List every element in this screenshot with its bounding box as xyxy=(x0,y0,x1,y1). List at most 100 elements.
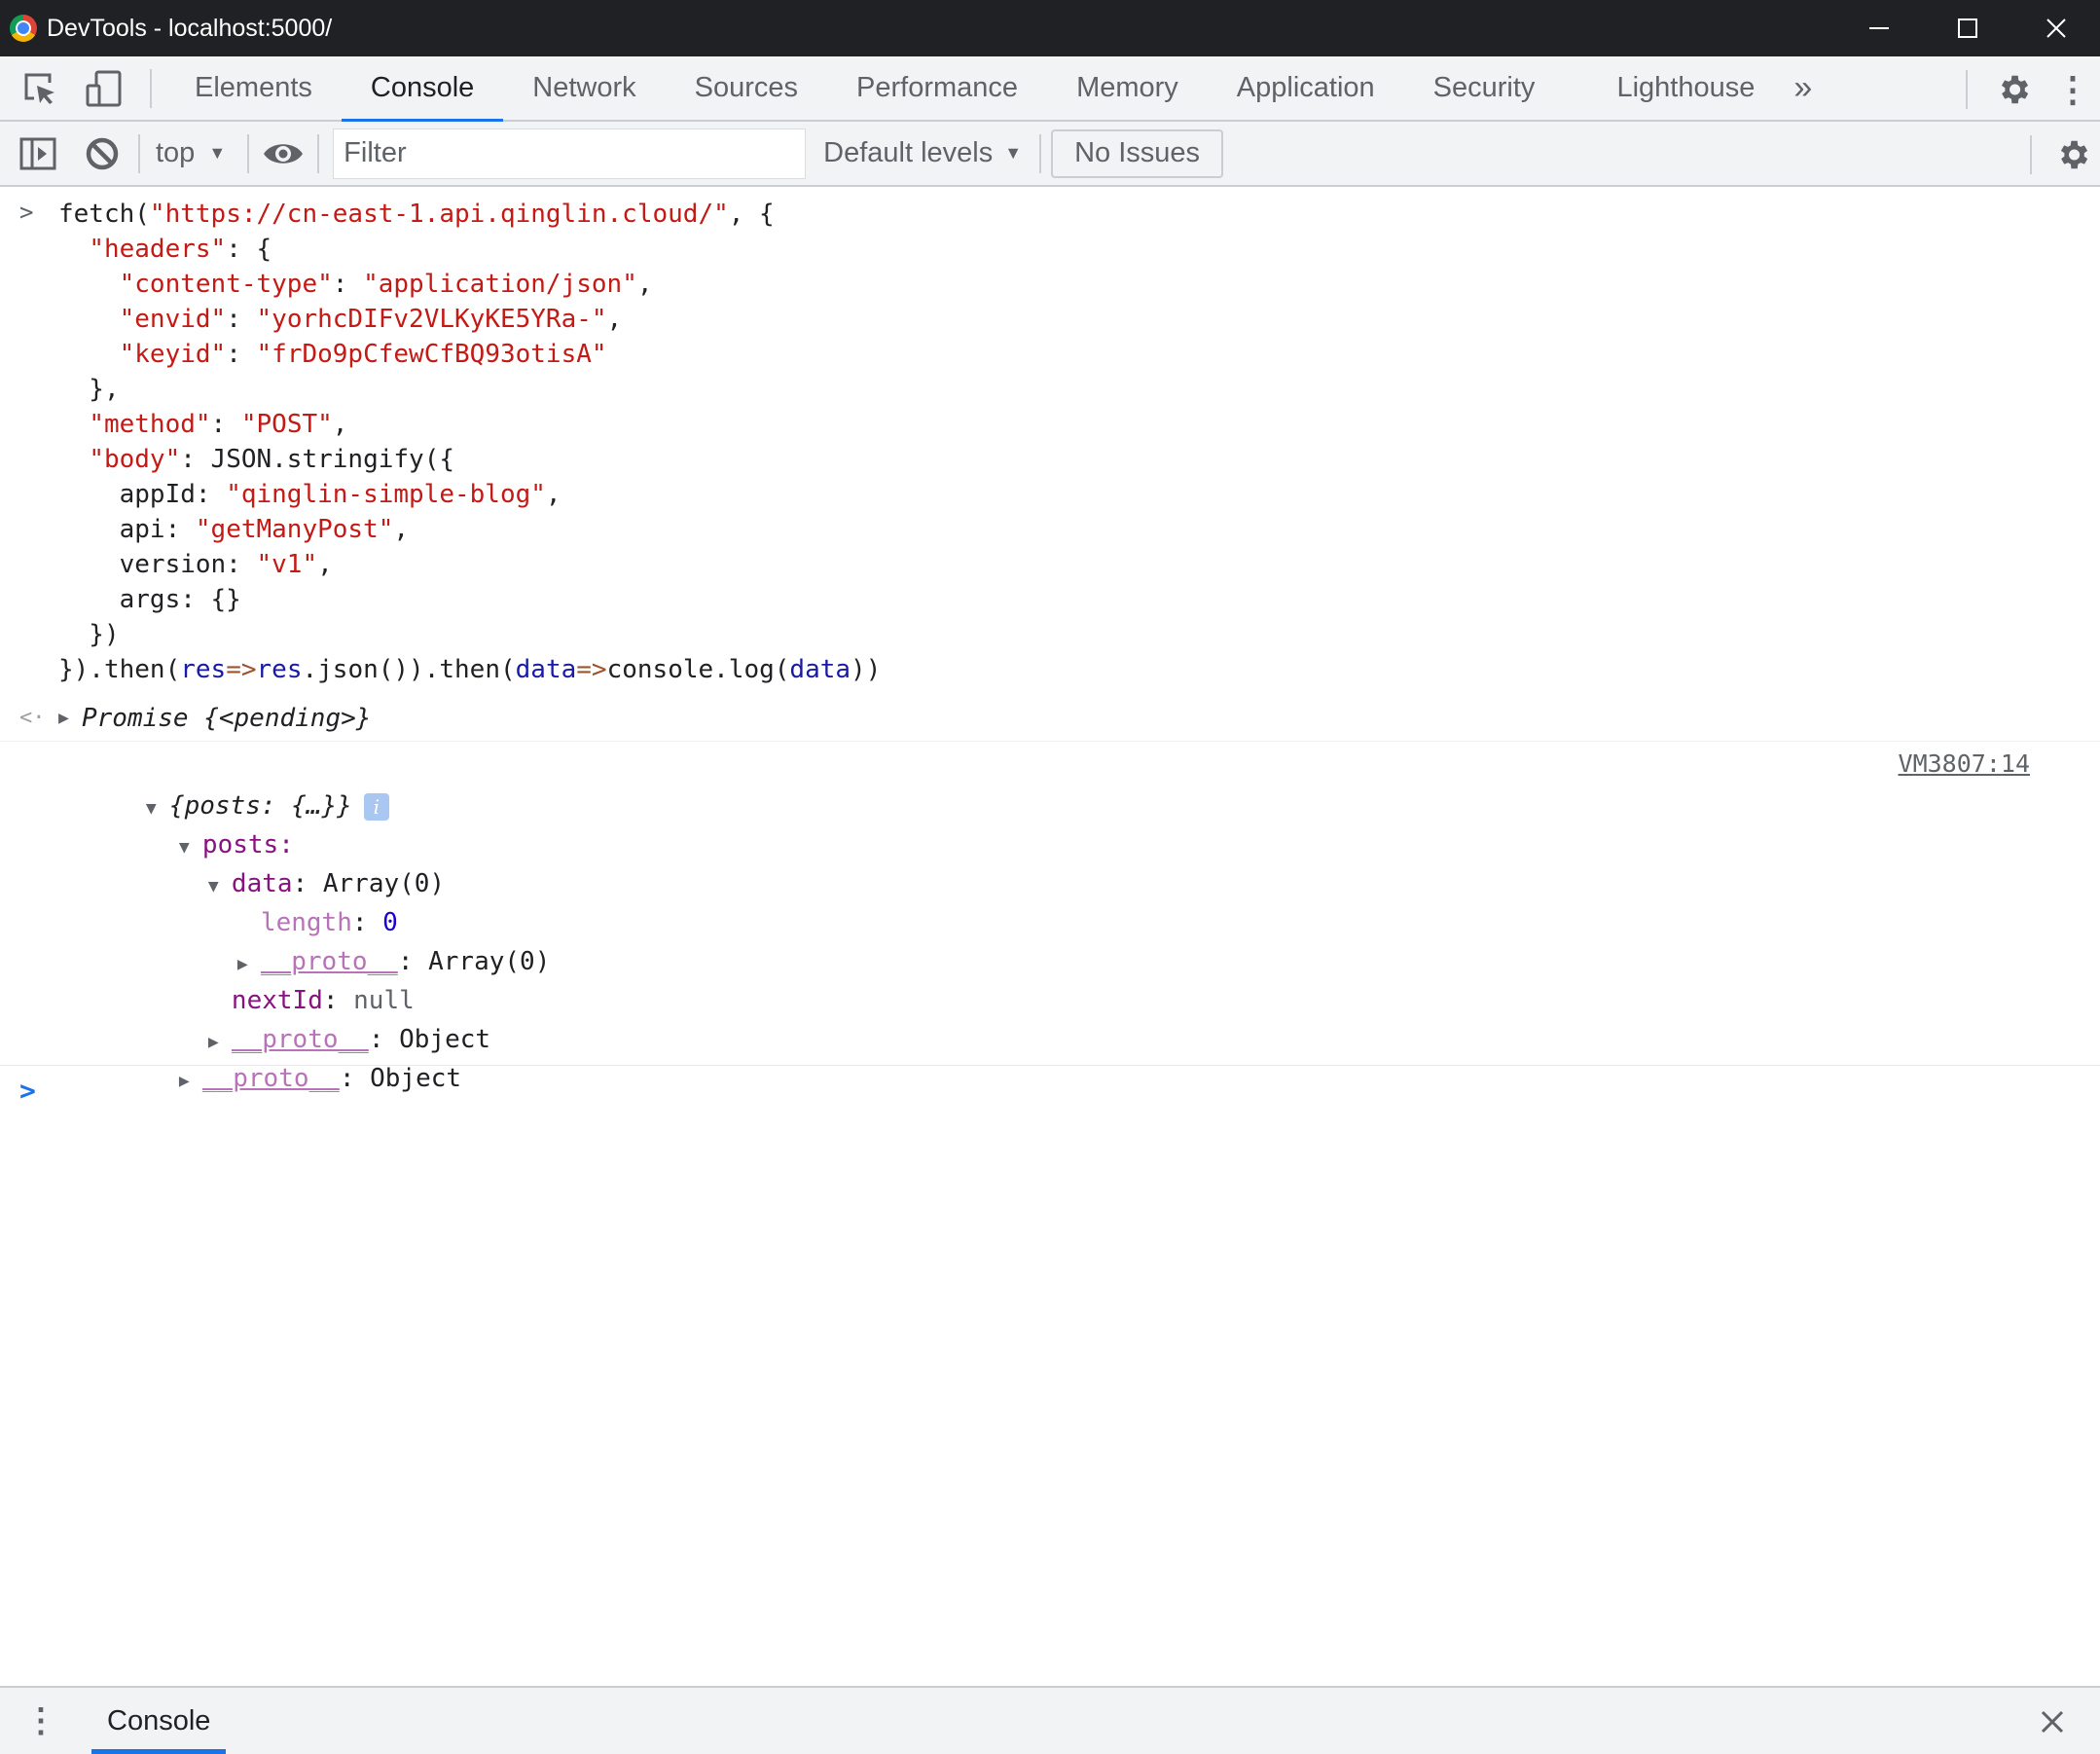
object-proto-value: Object xyxy=(370,1064,462,1093)
eye-icon xyxy=(264,143,304,164)
live-expression-button[interactable] xyxy=(259,122,308,186)
expand-triangle-icon[interactable]: ▶ xyxy=(237,945,261,984)
settings-button[interactable] xyxy=(1981,57,2046,122)
collapse-triangle-icon[interactable]: ▼ xyxy=(208,867,232,906)
proto-key: __proto__ xyxy=(201,1064,340,1093)
source-link[interactable]: VM3807:14 xyxy=(1899,749,2030,778)
code-line: version: "v1", xyxy=(58,547,2100,582)
close-window-button[interactable] xyxy=(2011,0,2100,56)
devtools-tabbar: Elements Console Network Sources Perform… xyxy=(0,55,2100,123)
log-levels-dropdown[interactable]: Default levels ▼ xyxy=(806,137,1039,169)
tab-application[interactable]: Application xyxy=(1208,55,1404,121)
show-sidebar-button[interactable] xyxy=(6,122,70,186)
collapse-triangle-icon[interactable]: ▼ xyxy=(146,789,169,828)
expand-triangle-icon[interactable]: ▶ xyxy=(208,1023,232,1062)
code-token: }) xyxy=(58,620,120,649)
nextid-value: null xyxy=(353,986,415,1015)
nextid-key: nextId xyxy=(231,986,323,1015)
close-drawer-button[interactable] xyxy=(2028,1698,2077,1746)
code-token: , xyxy=(636,270,653,299)
variable-token: res xyxy=(180,655,227,684)
code-token: console.log( xyxy=(606,655,790,684)
data-value: Array(0) xyxy=(322,869,446,898)
double-chevron-icon: » xyxy=(1793,69,1813,106)
clear-console-button[interactable] xyxy=(70,122,134,186)
prompt-chevron-icon: > xyxy=(19,1074,36,1107)
proto-key: __proto__ xyxy=(260,947,398,976)
posts-key: posts: xyxy=(201,830,294,859)
drawer-menu-button[interactable]: ⋮ xyxy=(21,1701,60,1740)
minimize-button[interactable] xyxy=(1834,0,1923,56)
key-token: "content-type" xyxy=(119,270,333,299)
colon: : xyxy=(339,1064,371,1093)
code-line: }).then(res=>res.json()).then(data=>cons… xyxy=(58,652,2100,687)
object-summary-row[interactable]: ▼ {posts: {…}} i xyxy=(58,748,2100,821)
tab-security[interactable]: Security xyxy=(1404,55,1565,121)
promise-result[interactable]: Promise {<pending>} xyxy=(82,704,371,733)
console-settings-button[interactable] xyxy=(2046,123,2100,187)
tab-sources[interactable]: Sources xyxy=(666,55,827,121)
tab-elements[interactable]: Elements xyxy=(165,55,342,121)
separator xyxy=(1966,69,1968,109)
code-line: }, xyxy=(58,372,2100,407)
colon: : xyxy=(322,986,354,1015)
code-token: : { xyxy=(226,235,272,264)
code-token: appId: xyxy=(58,480,227,509)
gear-icon xyxy=(2060,140,2088,168)
length-key: length xyxy=(260,908,352,937)
code-token: , xyxy=(606,305,623,334)
device-toolbar-button[interactable] xyxy=(72,56,136,121)
arrow-token: => xyxy=(576,655,607,684)
drawer-tab-console[interactable]: Console xyxy=(84,1688,234,1754)
tab-console[interactable]: Console xyxy=(341,55,504,123)
device-mode-icon xyxy=(86,70,122,106)
separator xyxy=(150,68,152,108)
input-prompt-icon: > xyxy=(19,199,34,226)
tab-lighthouse[interactable]: Lighthouse xyxy=(1587,55,1784,121)
expand-triangle-icon[interactable]: ▶ xyxy=(58,708,82,728)
maximize-button[interactable] xyxy=(1923,0,2011,56)
tab-network[interactable]: Network xyxy=(503,55,665,121)
filter-input[interactable] xyxy=(333,128,807,179)
data-key: data xyxy=(231,869,293,898)
info-icon[interactable]: i xyxy=(363,792,389,821)
more-tabs-button[interactable]: » xyxy=(1784,55,1822,121)
code-token: : JSON.stringify({ xyxy=(180,445,454,474)
console-result-entry: <· ▶ Promise {<pending>} xyxy=(0,695,2100,742)
key-token: "headers" xyxy=(89,235,227,264)
close-icon xyxy=(2046,18,2066,38)
separator xyxy=(247,133,250,173)
code-line: }) xyxy=(58,617,2100,652)
toolbar-right xyxy=(2016,122,2100,187)
string-token: "getManyPost" xyxy=(195,515,394,544)
tab-performance[interactable]: Performance xyxy=(827,55,1047,121)
context-selector[interactable]: top ▼ xyxy=(144,137,237,169)
code-line: "envid": "yorhcDIFv2VLKyKE5YRa-", xyxy=(58,302,2100,337)
code-line: args: {} xyxy=(58,582,2100,617)
minimize-icon xyxy=(1868,27,1889,29)
chrome-logo-icon xyxy=(10,15,37,42)
collapse-triangle-icon[interactable]: ▼ xyxy=(179,828,202,867)
code-token: )) xyxy=(851,655,882,684)
window-title: DevTools - localhost:5000/ xyxy=(47,14,333,42)
code-token: .json()).then( xyxy=(302,655,516,684)
tab-memory[interactable]: Memory xyxy=(1047,55,1208,121)
tabbar-right: ⋮ xyxy=(1952,56,2100,122)
customize-menu-button[interactable]: ⋮ xyxy=(2046,57,2100,122)
arrow-token: => xyxy=(226,655,257,684)
code-line: appId: "qinglin-simple-blog", xyxy=(58,477,2100,512)
object-proto-value: Object xyxy=(399,1025,491,1054)
code-token: fetch( xyxy=(58,200,150,229)
inspect-element-button[interactable] xyxy=(8,56,72,121)
console-toolbar: top ▼ Default levels ▼ No Issues xyxy=(0,122,2100,187)
kebab-menu-icon: ⋮ xyxy=(2055,68,2090,109)
console-output[interactable]: > fetch("https://cn-east-1.api.qinglin.c… xyxy=(0,187,2100,1686)
issues-button[interactable]: No Issues xyxy=(1051,128,1224,178)
code-token: version: xyxy=(58,550,257,579)
code-line: "content-type": "application/json", xyxy=(58,267,2100,302)
expand-triangle-icon[interactable]: ▶ xyxy=(179,1062,202,1101)
data-row[interactable]: ▼ data: Array(0) xyxy=(58,825,2100,898)
